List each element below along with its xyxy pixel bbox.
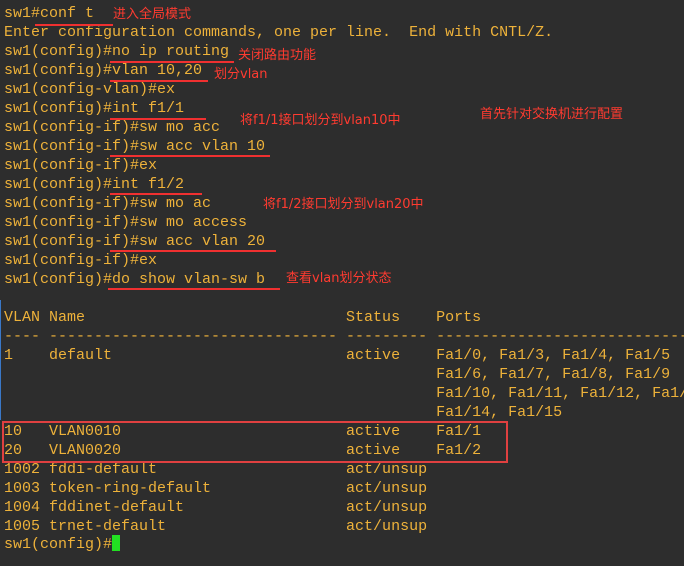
terminal-line: sw1(config-if)#sw acc vlan 20 [4, 233, 266, 250]
underline-int-f1-1 [110, 118, 206, 120]
annotation-f12-vlan20: 将f1/2接口划分到vlan20中 [263, 197, 424, 212]
underline-show-vlan [108, 288, 280, 290]
cursor [112, 535, 121, 551]
underline-int-f1-2 [110, 193, 202, 195]
terminal-line: sw1(config)#int f1/2 [4, 176, 185, 193]
underline-conf-t [35, 24, 113, 26]
terminal-line: ---- -------------------------------- --… [4, 328, 684, 345]
annotation-create-vlan: 划分vlan [214, 67, 268, 82]
highlight-box-vlan10-20 [2, 421, 508, 463]
annotation-f11-vlan10: 将f1/1接口划分到vlan10中 [240, 113, 401, 128]
annotation-switch-config: 首先针对交换机进行配置 [480, 107, 624, 122]
terminal-line: sw1(config-vlan)#ex [4, 81, 176, 98]
annotation-no-routing: 关闭路由功能 [238, 48, 317, 63]
terminal-line: 1003 token-ring-default act/unsup [4, 480, 428, 497]
terminal-line: sw1(config)#vlan 10,20 [4, 62, 203, 79]
terminal-line: 1004 fddinet-default act/unsup [4, 499, 428, 516]
terminal-line: 1005 trnet-default act/unsup [4, 518, 428, 535]
terminal-line: sw1(config)#do show vlan-sw b [4, 271, 266, 288]
terminal-line: sw1(config-if)#sw acc vlan 10 [4, 138, 266, 155]
terminal-line: sw1(config-if)#sw mo ac [4, 195, 212, 212]
terminal-line: VLAN Name Status Ports [4, 309, 482, 326]
terminal-line: Fa1/14, Fa1/15 [4, 404, 563, 421]
terminal-line: Fa1/10, Fa1/11, Fa1/12, Fa1/13 [4, 385, 684, 402]
annotation-show-vlan: 查看vlan划分状态 [286, 271, 392, 286]
terminal-line: sw1(config-if)#ex [4, 157, 158, 174]
terminal-line: sw1(config-if)#ex [4, 252, 158, 269]
underline-no-ip-routing [110, 61, 234, 63]
terminal-line: sw1(config-if)#sw mo acc [4, 119, 221, 136]
terminal-line: Fa1/6, Fa1/7, Fa1/8, Fa1/9 [4, 366, 671, 383]
terminal-line: sw1(config)#int f1/1 [4, 100, 185, 117]
terminal-line: sw1#conf t [4, 5, 95, 22]
terminal-line: 1 default active Fa1/0, Fa1/3, Fa1/4, Fa… [4, 347, 671, 364]
underline-vlan [110, 80, 208, 82]
terminal-line: sw1(config)#no ip routing [4, 43, 230, 60]
annotation-global-mode: 进入全局模式 [113, 7, 192, 22]
underline-acc-vlan-20 [110, 250, 276, 252]
terminal-line: sw1(config-if)#sw mo access [4, 214, 248, 231]
prompt: sw1(config)# [4, 536, 113, 553]
underline-acc-vlan-10 [110, 155, 270, 157]
terminal-window[interactable]: sw1#conf t Enter configuration commands, … [0, 0, 684, 566]
window-edge [0, 300, 1, 420]
prompt-line[interactable]: sw1(config)# [4, 535, 121, 554]
